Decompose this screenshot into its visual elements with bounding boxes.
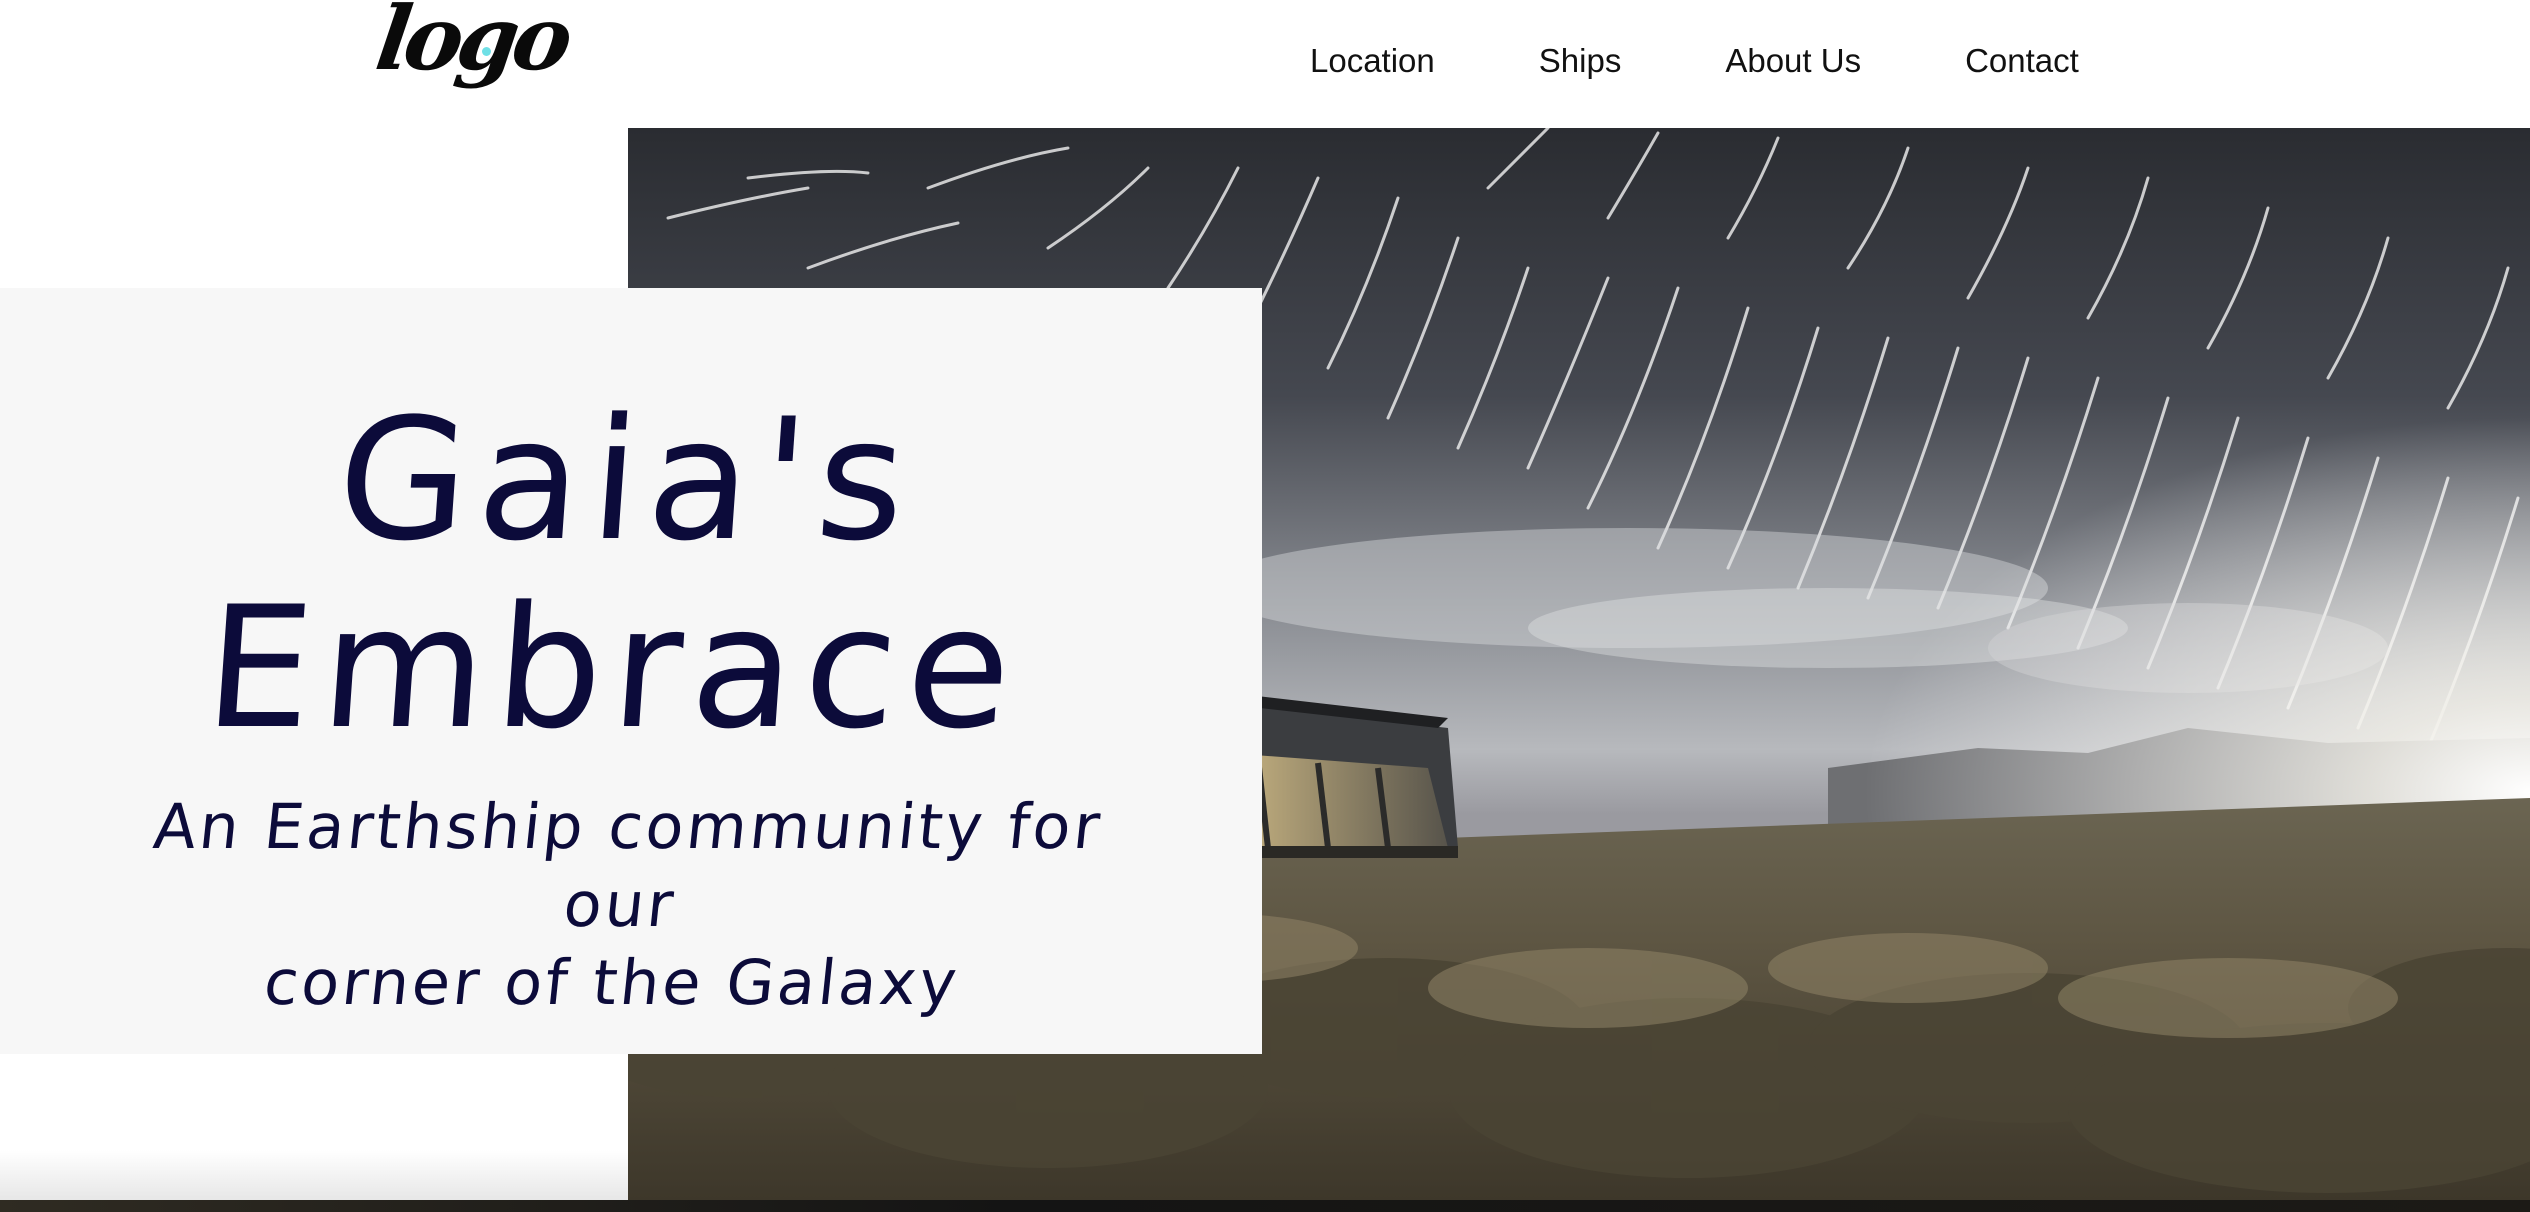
main-nav: Location Ships About Us Contact [1310, 36, 2079, 86]
page: logo Location Ships About Us Contact Gai… [0, 0, 2530, 1212]
logo-dot-icon [482, 47, 491, 56]
bottom-strip [0, 1200, 2530, 1212]
hero-title: Gaia's Embrace [0, 382, 1253, 766]
left-shadow [0, 1150, 628, 1200]
hero-subtitle-line-1: An Earthship community for our [150, 790, 1107, 941]
nav-item-contact[interactable]: Contact [1965, 42, 2079, 80]
nav-item-about-us[interactable]: About Us [1725, 42, 1861, 80]
nav-item-ships[interactable]: Ships [1539, 42, 1622, 80]
hero-title-line-2: Embrace [199, 570, 1028, 766]
site-header: logo Location Ships About Us Contact [0, 0, 2530, 128]
nav-item-location[interactable]: Location [1310, 42, 1435, 80]
hero-title-card: Gaia's Embrace An Earthship community fo… [0, 288, 1262, 1054]
hero-title-line-1: Gaia's [331, 382, 922, 578]
site-logo[interactable]: logo [366, 0, 573, 119]
hero-subtitle-line-2: corner of the Galaxy [260, 946, 964, 1019]
hero-subtitle: An Earthship community for our corner of… [108, 788, 1133, 1022]
